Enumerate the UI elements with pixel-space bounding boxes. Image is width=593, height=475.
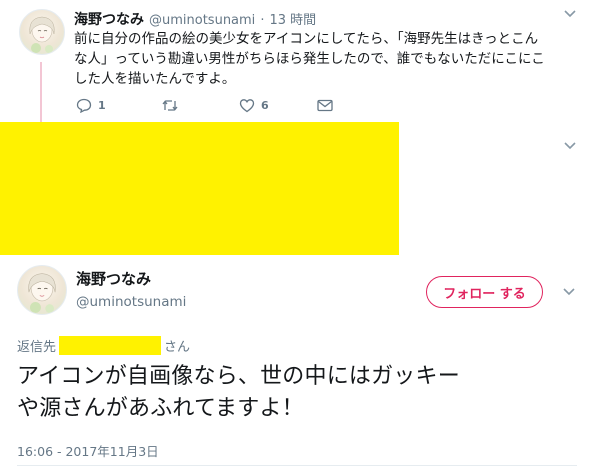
handle[interactable]: @uminotsunami [149, 13, 255, 28]
direct-message-button[interactable] [317, 99, 333, 112]
divider [17, 465, 577, 466]
like-icon [239, 99, 255, 113]
tweet-text-line: や源さんがあふれてますよ！ [17, 396, 304, 421]
redacted-area [0, 122, 399, 255]
tweet-timestamp[interactable]: 16:06 - 2017年11月3日 [17, 441, 159, 460]
tweet-time[interactable]: 13 時間 [269, 9, 316, 28]
message-icon [317, 99, 333, 112]
display-name[interactable]: 海野つなみ [74, 9, 144, 29]
reply-to-suffix: さん [164, 340, 191, 355]
tweet-text-line: 前に自分の作品の絵の美少女をアイコンにしてたら、「海野先生はきっとこん [74, 31, 539, 47]
avatar[interactable] [17, 265, 67, 315]
tweet1-header: 海野つなみ @uminotsunami · 13 時間 [74, 9, 316, 29]
reply-icon [76, 98, 92, 113]
reply-to-prefix: 返信先 [17, 340, 57, 355]
reply-button[interactable]: 1 [76, 98, 106, 113]
follow-button[interactable]: フォロー する [426, 276, 543, 308]
chevron-down-icon[interactable] [563, 6, 577, 20]
avatar[interactable] [19, 9, 65, 55]
reply-count: 1 [98, 99, 106, 112]
display-name[interactable]: 海野つなみ [76, 268, 151, 289]
chevron-down-icon[interactable] [563, 138, 577, 152]
avatar-portrait-icon [29, 16, 55, 53]
tweet-text: アイコンが自画像なら、世の中にはガッキー や源さんがあふれてますよ！ [17, 361, 582, 425]
like-button[interactable]: 6 [239, 98, 269, 113]
avatar-portrait-icon [28, 273, 56, 313]
redacted-username[interactable] [59, 336, 162, 355]
separator-dot: · [260, 13, 265, 28]
handle[interactable]: @uminotsunami [76, 294, 186, 310]
tweet-text-line: な人」っていう勘違い男性がちらほら発生したので、誰でもないただにこにこ [74, 51, 545, 67]
retweet-button[interactable] [161, 98, 185, 113]
reply-to-line: 返信先 さん [17, 336, 190, 355]
tweet-text-line: した人を描いたんですよ。 [74, 71, 236, 87]
tweet-text: 前に自分の作品の絵の美少女をアイコンにしてたら、「海野先生はきっとこん な人」っ… [74, 29, 579, 89]
retweet-icon [162, 100, 178, 111]
tweet-text-line: アイコンが自画像なら、世の中にはガッキー [17, 364, 460, 389]
chevron-down-icon[interactable] [562, 284, 576, 298]
like-count: 6 [261, 99, 269, 112]
